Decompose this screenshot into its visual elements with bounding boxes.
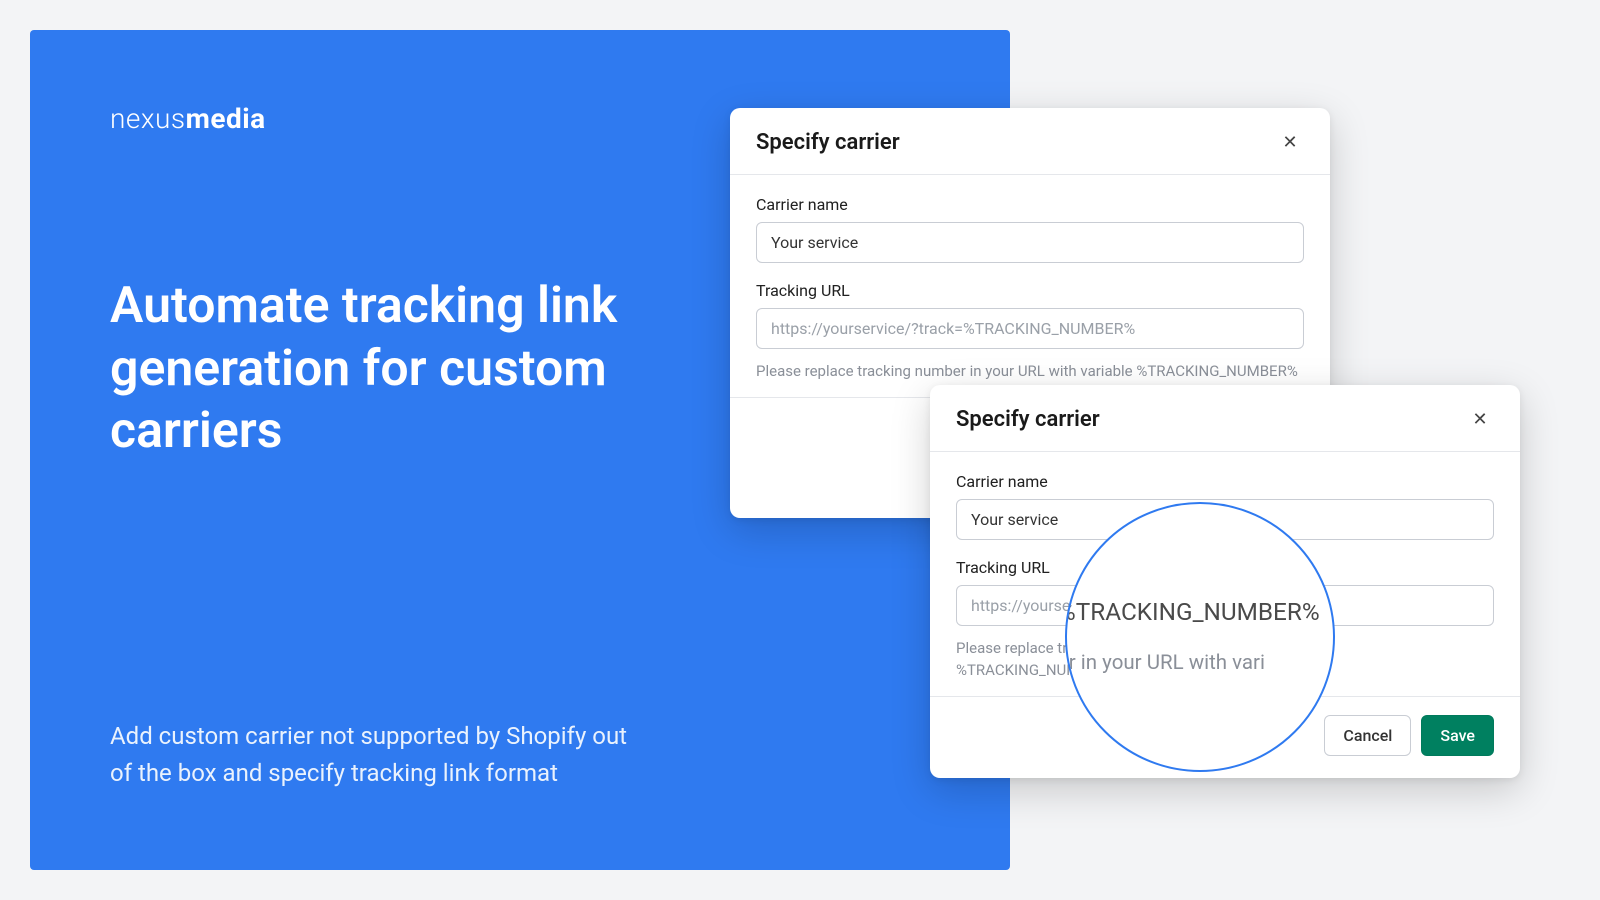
modal-header: Specify carrier (930, 385, 1520, 452)
close-button[interactable] (1276, 128, 1304, 156)
cancel-button[interactable]: Cancel (1324, 715, 1411, 756)
brand-bold: media (186, 102, 266, 135)
modal-title: Specify carrier (956, 407, 1100, 432)
carrier-name-label: Carrier name (756, 195, 1304, 214)
magnifier-content: %TRACKING_NUMBER% er in your URL with va… (1065, 585, 1335, 684)
close-icon (1282, 131, 1297, 154)
carrier-name-input[interactable] (756, 222, 1304, 263)
headline: Automate tracking link generation for cu… (110, 275, 730, 463)
close-icon (1472, 408, 1487, 431)
magnifier-lens: %TRACKING_NUMBER% er in your URL with va… (1065, 502, 1335, 772)
subtext: Add custom carrier not supported by Shop… (110, 718, 630, 792)
tracking-url-label: Tracking URL (756, 281, 1304, 300)
close-button[interactable] (1466, 405, 1494, 433)
carrier-name-label: Carrier name (956, 472, 1494, 491)
save-button[interactable]: Save (1421, 715, 1494, 756)
magnified-variable: %TRACKING_NUMBER% (1065, 585, 1335, 639)
tracking-url-input[interactable] (756, 308, 1304, 349)
modal-title: Specify carrier (756, 130, 900, 155)
modal-header: Specify carrier (730, 108, 1330, 175)
brand-light: nexus (110, 102, 186, 135)
tracking-url-hint: Please replace tracking number in your U… (756, 361, 1304, 383)
modal-body: Carrier name Tracking URL Please replace… (730, 175, 1330, 397)
magnified-hint-fragment: er in your URL with vari (1065, 639, 1335, 684)
